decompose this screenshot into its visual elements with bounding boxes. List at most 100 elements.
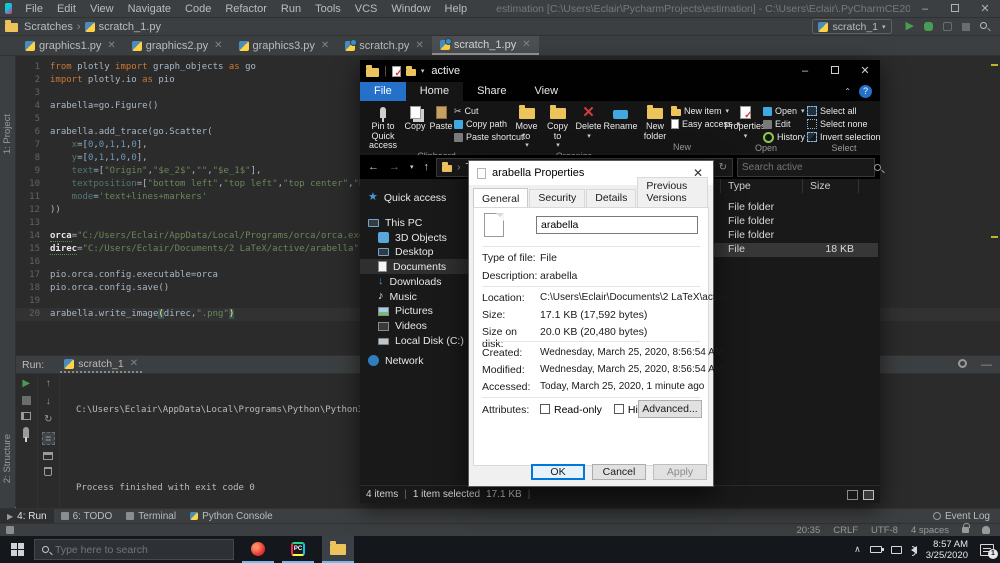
clear-console-icon[interactable] [44, 467, 52, 476]
new-item-button[interactable]: New item [671, 105, 725, 117]
move-to-button[interactable]: Move to [511, 103, 542, 151]
copy-to-button[interactable]: Copy to [542, 103, 573, 151]
column-header-type[interactable]: Type [728, 180, 751, 192]
line-ending-indicator[interactable]: CRLF [833, 525, 858, 536]
ribbon-tab-share[interactable]: Share [463, 82, 520, 101]
run-settings-gear-icon[interactable] [958, 359, 967, 368]
nav-music[interactable]: ♪Music [360, 289, 470, 304]
hidden-icons-chevron-icon[interactable]: ∧ [854, 544, 861, 555]
run-configuration-selector[interactable]: scratch_1 ▾ [812, 19, 891, 34]
debug-button[interactable] [924, 22, 933, 31]
explorer-search-input[interactable] [742, 162, 874, 173]
indent-indicator[interactable]: 4 spaces [911, 525, 949, 536]
select-none-button[interactable]: Select none [807, 118, 881, 130]
down-stack-trace-icon[interactable]: ↓ [46, 396, 51, 407]
checkbox-icon[interactable] [614, 404, 624, 414]
menu-window[interactable]: Window [384, 0, 437, 18]
nav-pictures[interactable]: Pictures [360, 303, 470, 318]
ribbon-tab-view[interactable]: View [520, 82, 572, 101]
menu-help[interactable]: Help [438, 0, 475, 18]
edit-button[interactable]: Edit [763, 118, 805, 130]
hide-panel-icon[interactable]: — [981, 359, 992, 371]
history-button[interactable]: History [763, 131, 805, 143]
select-all-button[interactable]: Select all [807, 105, 881, 117]
nav-local-disk[interactable]: Local Disk (C:) [360, 333, 470, 348]
qat-properties-icon[interactable]: ✓ [392, 66, 401, 77]
tool-window-todo-button[interactable]: 6: TODO [54, 509, 120, 523]
explorer-minimize-icon[interactable]: – [790, 60, 820, 82]
ribbon-tab-home[interactable]: Home [406, 82, 463, 101]
tab-graphics1[interactable]: graphics1.py✕ [17, 36, 124, 55]
ok-button[interactable]: OK [531, 464, 585, 480]
tool-window-structure[interactable]: 2: Structure [2, 434, 13, 483]
close-tab-icon[interactable]: ✕ [415, 40, 423, 51]
close-tab-icon[interactable]: ✕ [214, 40, 222, 51]
explorer-maximize-icon[interactable] [820, 60, 850, 82]
invert-selection-button[interactable]: Invert selection [807, 131, 881, 143]
collapse-ribbon-chevron-icon[interactable]: ⌃ [844, 87, 851, 96]
menu-code[interactable]: Code [178, 0, 218, 18]
menu-view[interactable]: View [83, 0, 121, 18]
inspections-hector-icon[interactable] [982, 526, 990, 534]
breadcrumb-root[interactable]: Scratches [24, 21, 73, 33]
cancel-button[interactable]: Cancel [592, 464, 646, 480]
rerun-icon[interactable]: ▶ [22, 378, 30, 389]
back-icon[interactable]: ← [365, 161, 382, 173]
close-icon[interactable]: ✕ [970, 0, 1000, 18]
breadcrumb-file[interactable]: scratch_1.py [99, 21, 161, 33]
tool-window-run-button[interactable]: ▶ 4: Run [0, 509, 54, 523]
tool-window-python-console-button[interactable]: Python Console [183, 509, 280, 523]
soft-wrap-icon[interactable]: ≣ [42, 432, 55, 445]
nav-network[interactable]: Network [360, 353, 470, 368]
caret-position[interactable]: 20:35 [796, 525, 820, 536]
paste-shortcut-button[interactable]: Paste shortcut [454, 131, 509, 143]
restore-layout-icon[interactable] [21, 412, 31, 420]
refresh-icon[interactable]: ↻ [719, 162, 727, 173]
copy-button[interactable]: Copy [402, 103, 428, 151]
up-icon[interactable]: ↑ [421, 161, 433, 173]
column-header-size[interactable]: Size [810, 180, 830, 192]
help-icon[interactable]: ? [859, 85, 872, 98]
battery-icon[interactable] [870, 546, 882, 553]
menu-vcs[interactable]: VCS [348, 0, 385, 18]
cut-button[interactable]: ✂Cut [454, 105, 509, 117]
taskbar-app-browser[interactable] [242, 536, 274, 563]
forward-icon[interactable]: → [386, 161, 403, 173]
copy-path-button[interactable]: Copy path [454, 118, 509, 130]
new-folder-button[interactable]: New folder [639, 103, 671, 142]
explorer-search-box[interactable] [737, 158, 875, 177]
action-center-icon[interactable]: 1 [980, 544, 994, 556]
menu-file[interactable]: File [18, 0, 50, 18]
nav-this-pc[interactable]: This PC [360, 215, 470, 230]
stop-button[interactable] [962, 23, 970, 31]
dialog-tab-details[interactable]: Details [586, 189, 636, 207]
dialog-tab-general[interactable]: General [473, 188, 528, 208]
apply-button[interactable]: Apply [653, 464, 707, 480]
open-button[interactable]: Open [763, 105, 805, 117]
up-stack-trace-icon[interactable]: ↑ [46, 378, 51, 389]
close-tab-icon[interactable]: ✕ [321, 40, 329, 51]
tool-window-terminal-button[interactable]: Terminal [119, 509, 183, 523]
tab-scratch-1-active[interactable]: scratch_1.py✕ [432, 36, 539, 55]
tool-window-switcher-icon[interactable] [6, 526, 14, 534]
tab-graphics2[interactable]: graphics2.py✕ [124, 36, 231, 55]
tab-scratch[interactable]: scratch.py✕ [337, 36, 432, 55]
restore-icon[interactable] [940, 0, 970, 18]
qat-customize-chevron-icon[interactable]: ▾ [421, 67, 425, 75]
close-run-tab-icon[interactable]: ✕ [130, 358, 138, 369]
volume-icon[interactable] [911, 546, 917, 554]
dialog-tab-security[interactable]: Security [529, 189, 585, 207]
menu-edit[interactable]: Edit [50, 0, 83, 18]
file-name-input[interactable] [536, 216, 698, 234]
taskbar-app-explorer[interactable] [322, 536, 354, 563]
print-icon[interactable] [43, 452, 53, 460]
encoding-indicator[interactable]: UTF-8 [871, 525, 898, 536]
restart-icon[interactable]: ↻ [44, 414, 52, 425]
nav-quick-access[interactable]: ★Quick access [360, 190, 470, 205]
tab-graphics3[interactable]: graphics3.py✕ [231, 36, 338, 55]
rename-button[interactable]: Rename [604, 103, 637, 151]
search-everywhere-icon[interactable] [980, 19, 987, 34]
network-icon[interactable] [891, 546, 902, 554]
tool-window-project[interactable]: 1: Project [2, 114, 13, 154]
taskbar-search-input[interactable] [55, 544, 226, 556]
